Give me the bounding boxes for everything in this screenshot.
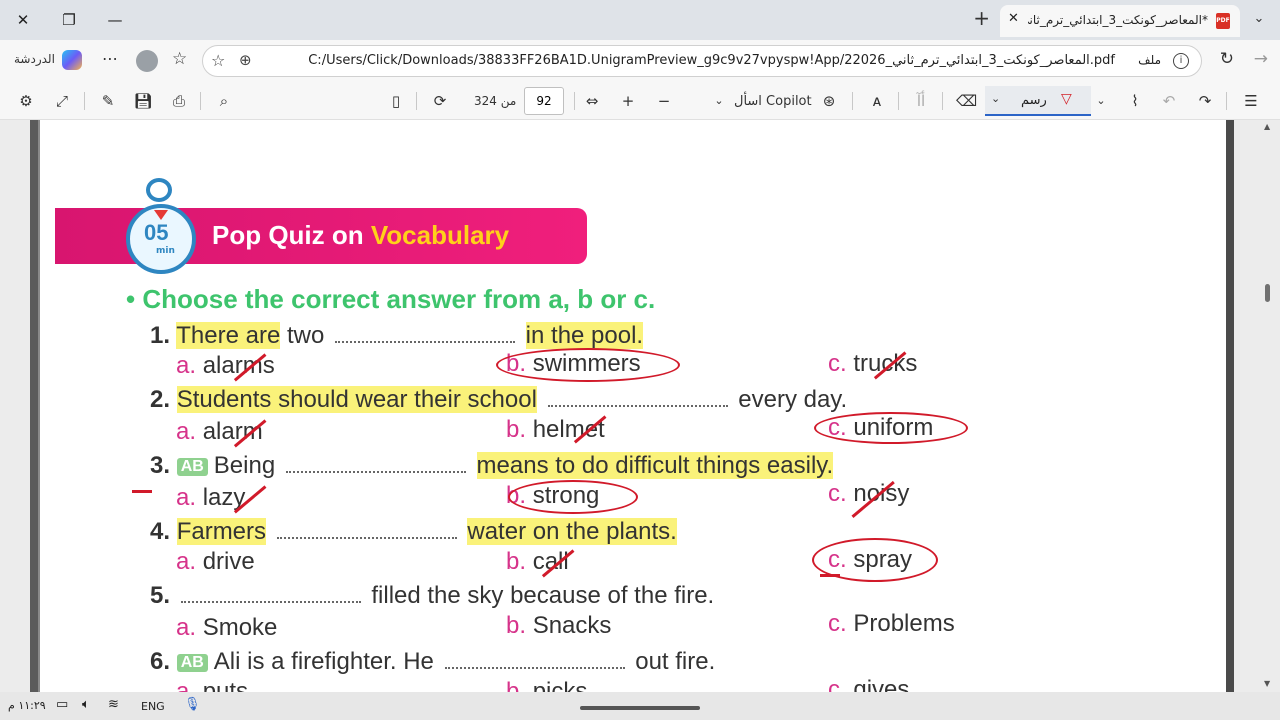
q5-option-a: a. Smoke (176, 614, 278, 641)
chat-button[interactable]: الدردشة (14, 52, 55, 66)
tab-close-icon[interactable]: ✕ (1008, 11, 1019, 26)
stopwatch-min: min (156, 246, 175, 256)
ab-badge: AB (176, 457, 208, 476)
banner-title: Pop Quiz on Vocabulary (212, 220, 510, 250)
vertical-scrollbar[interactable]: ▲ ▼ (1262, 120, 1274, 692)
language-indicator[interactable]: ENG (141, 700, 165, 713)
draw-button[interactable]: ⌄ رسم ▽ (985, 86, 1091, 116)
ink-circle-q1 (496, 348, 680, 382)
eraser-icon[interactable]: ⌫ (956, 90, 977, 112)
q3-option-a: a. lazy (176, 484, 246, 511)
taskbar: ١١:٢٩ م ▭ 🔈︎ ≋ ENG 🎙︎ (0, 692, 1280, 720)
zoom-in-icon[interactable]: + (618, 90, 638, 112)
page-view-icon[interactable]: ▯ (386, 90, 406, 112)
address-row: الدردشة ⋯ ☆ ☆ ⊕ C:/Users/Click/Downloads… (0, 40, 1280, 82)
wifi-icon[interactable]: ≋ (108, 697, 119, 712)
url-text: C:/Users/Click/Downloads/38833FF26BA1D.U… (308, 53, 1115, 68)
page-total: من 324 (474, 94, 517, 108)
fit-width-icon[interactable]: ⇔ (582, 90, 602, 112)
title-bar: ✕ ❐ — + PDF *المعاصر_كونكت_3_ابتدائي_ترم… (0, 0, 1280, 40)
ink-dash (132, 490, 152, 493)
question-4: 4. Farmers water on the plants. (150, 518, 677, 545)
undo-icon[interactable]: ↶ (1158, 90, 1180, 112)
contents-list-icon[interactable]: ☰ (1240, 90, 1262, 112)
ink-circle-q2 (814, 412, 968, 444)
q6-option-b: b. picks (506, 678, 588, 692)
zoom-out-icon[interactable]: − (654, 90, 674, 112)
scroll-thumb[interactable] (1265, 284, 1270, 302)
battery-icon[interactable]: ▭ (56, 697, 68, 712)
stopwatch-knob (146, 178, 172, 202)
info-icon[interactable]: i (1173, 53, 1189, 69)
close-window-icon[interactable]: ✕ (10, 8, 36, 32)
q5-option-c: c. Problems (828, 610, 955, 637)
print-icon[interactable]: ⎙ (169, 90, 189, 112)
ink-dash (820, 574, 840, 577)
settings-gear-icon[interactable]: ⚙ (16, 90, 36, 112)
file-label: ملف (1138, 53, 1161, 67)
pdf-page: 05 min Pop Quiz on Vocabulary • Choose t… (38, 120, 1226, 692)
document-viewport[interactable]: 05 min Pop Quiz on Vocabulary • Choose t… (0, 120, 1280, 692)
red-pen-icon: ▽ (1061, 91, 1072, 107)
expand-icon[interactable]: ⤢ (52, 90, 72, 112)
tab-actions-chevron-icon[interactable]: ⌄ (1248, 8, 1270, 30)
copilot-swirl-icon[interactable]: ⊛ (818, 90, 840, 112)
page-number-input[interactable]: 92 (524, 87, 564, 115)
q4-option-a: a. drive (176, 548, 255, 575)
highlight-chevron-down-icon[interactable]: ⌄ (1094, 90, 1108, 112)
text-icon[interactable]: ﺃﺁ (910, 90, 932, 112)
scroll-down-icon[interactable]: ▼ (1264, 679, 1270, 688)
profile-avatar[interactable] (136, 50, 158, 72)
search-icon[interactable]: ⌕ (214, 90, 234, 112)
q5-option-b: b. Snacks (506, 612, 612, 639)
question-6: 6. AB Ali is a firefighter. He out fire. (150, 648, 716, 675)
new-tab-icon[interactable]: + (973, 6, 990, 30)
scroll-up-icon[interactable]: ▲ (1264, 122, 1270, 131)
copilot-chevron-down-icon[interactable]: ⌄ (712, 90, 726, 112)
restore-window-icon[interactable]: ❐ (56, 8, 82, 32)
edit-pdf-icon[interactable]: ✎ (98, 90, 118, 112)
stopwatch-number: 05 (144, 220, 169, 245)
save-icon[interactable]: 💾︎ (133, 90, 153, 112)
rotate-icon[interactable]: ⟳ (430, 90, 450, 112)
read-aloud-icon[interactable]: ᴀ (866, 90, 888, 112)
tab-pdf-document[interactable]: PDF *المعاصر_كونكت_3_ابتدائي_ترم_ثاني ✕ (1000, 5, 1240, 37)
q6-option-c: c. gives (828, 676, 910, 692)
question-5: 5. filled the sky because of the fire. (150, 582, 715, 609)
minimize-window-icon[interactable]: — (102, 8, 128, 32)
tab-title: *المعاصر_كونكت_3_ابتدائي_ترم_ثاني (1028, 13, 1208, 27)
question-3: 3. AB Being means to do difficult things … (150, 452, 834, 479)
clock-time[interactable]: ١١:٢٩ م (8, 699, 46, 712)
taskbar-handle[interactable] (580, 706, 700, 710)
question-2: 2. Students should wear their school eve… (150, 386, 848, 413)
q6-option-a: a. puts (176, 678, 249, 692)
copilot-icon[interactable] (62, 50, 82, 70)
more-options-icon[interactable]: ⋯ (102, 49, 118, 68)
pdf-file-icon: PDF (1216, 13, 1230, 29)
volume-icon[interactable]: 🔈︎ (82, 697, 90, 712)
question-1: 1. There are two in the pool. (150, 322, 644, 349)
ink-circle-q3 (508, 480, 638, 514)
address-bar[interactable]: ☆ ⊕ C:/Users/Click/Downloads/38833FF26BA… (202, 45, 1202, 77)
draw-label: رسم (1021, 93, 1047, 108)
redo-icon[interactable]: ↷ (1194, 90, 1216, 112)
ask-copilot-button[interactable]: اسأل Copilot (734, 94, 812, 109)
zoom-icon[interactable]: ⊕ (239, 51, 252, 69)
highlighter-icon[interactable]: ⌇ (1124, 90, 1146, 112)
favorites-icon[interactable]: ☆ (172, 49, 187, 69)
instruction: • Choose the correct answer from a, b or… (126, 284, 656, 314)
add-favorite-star-icon[interactable]: ☆ (211, 51, 225, 70)
forward-arrow-icon[interactable]: → (1254, 49, 1268, 69)
ab-badge: AB (176, 653, 208, 672)
draw-chevron-down-icon[interactable]: ⌄ (991, 92, 1000, 105)
refresh-icon[interactable]: ↻ (1220, 49, 1234, 69)
microphone-icon[interactable]: 🎙︎ (184, 697, 201, 712)
pdf-toolbar: ⚙ ⤢ ✎ 💾︎ ⎙ ⌕ ▯ ⟳ من 324 92 ⇔ + − ⌄ اسأل … (0, 82, 1280, 120)
